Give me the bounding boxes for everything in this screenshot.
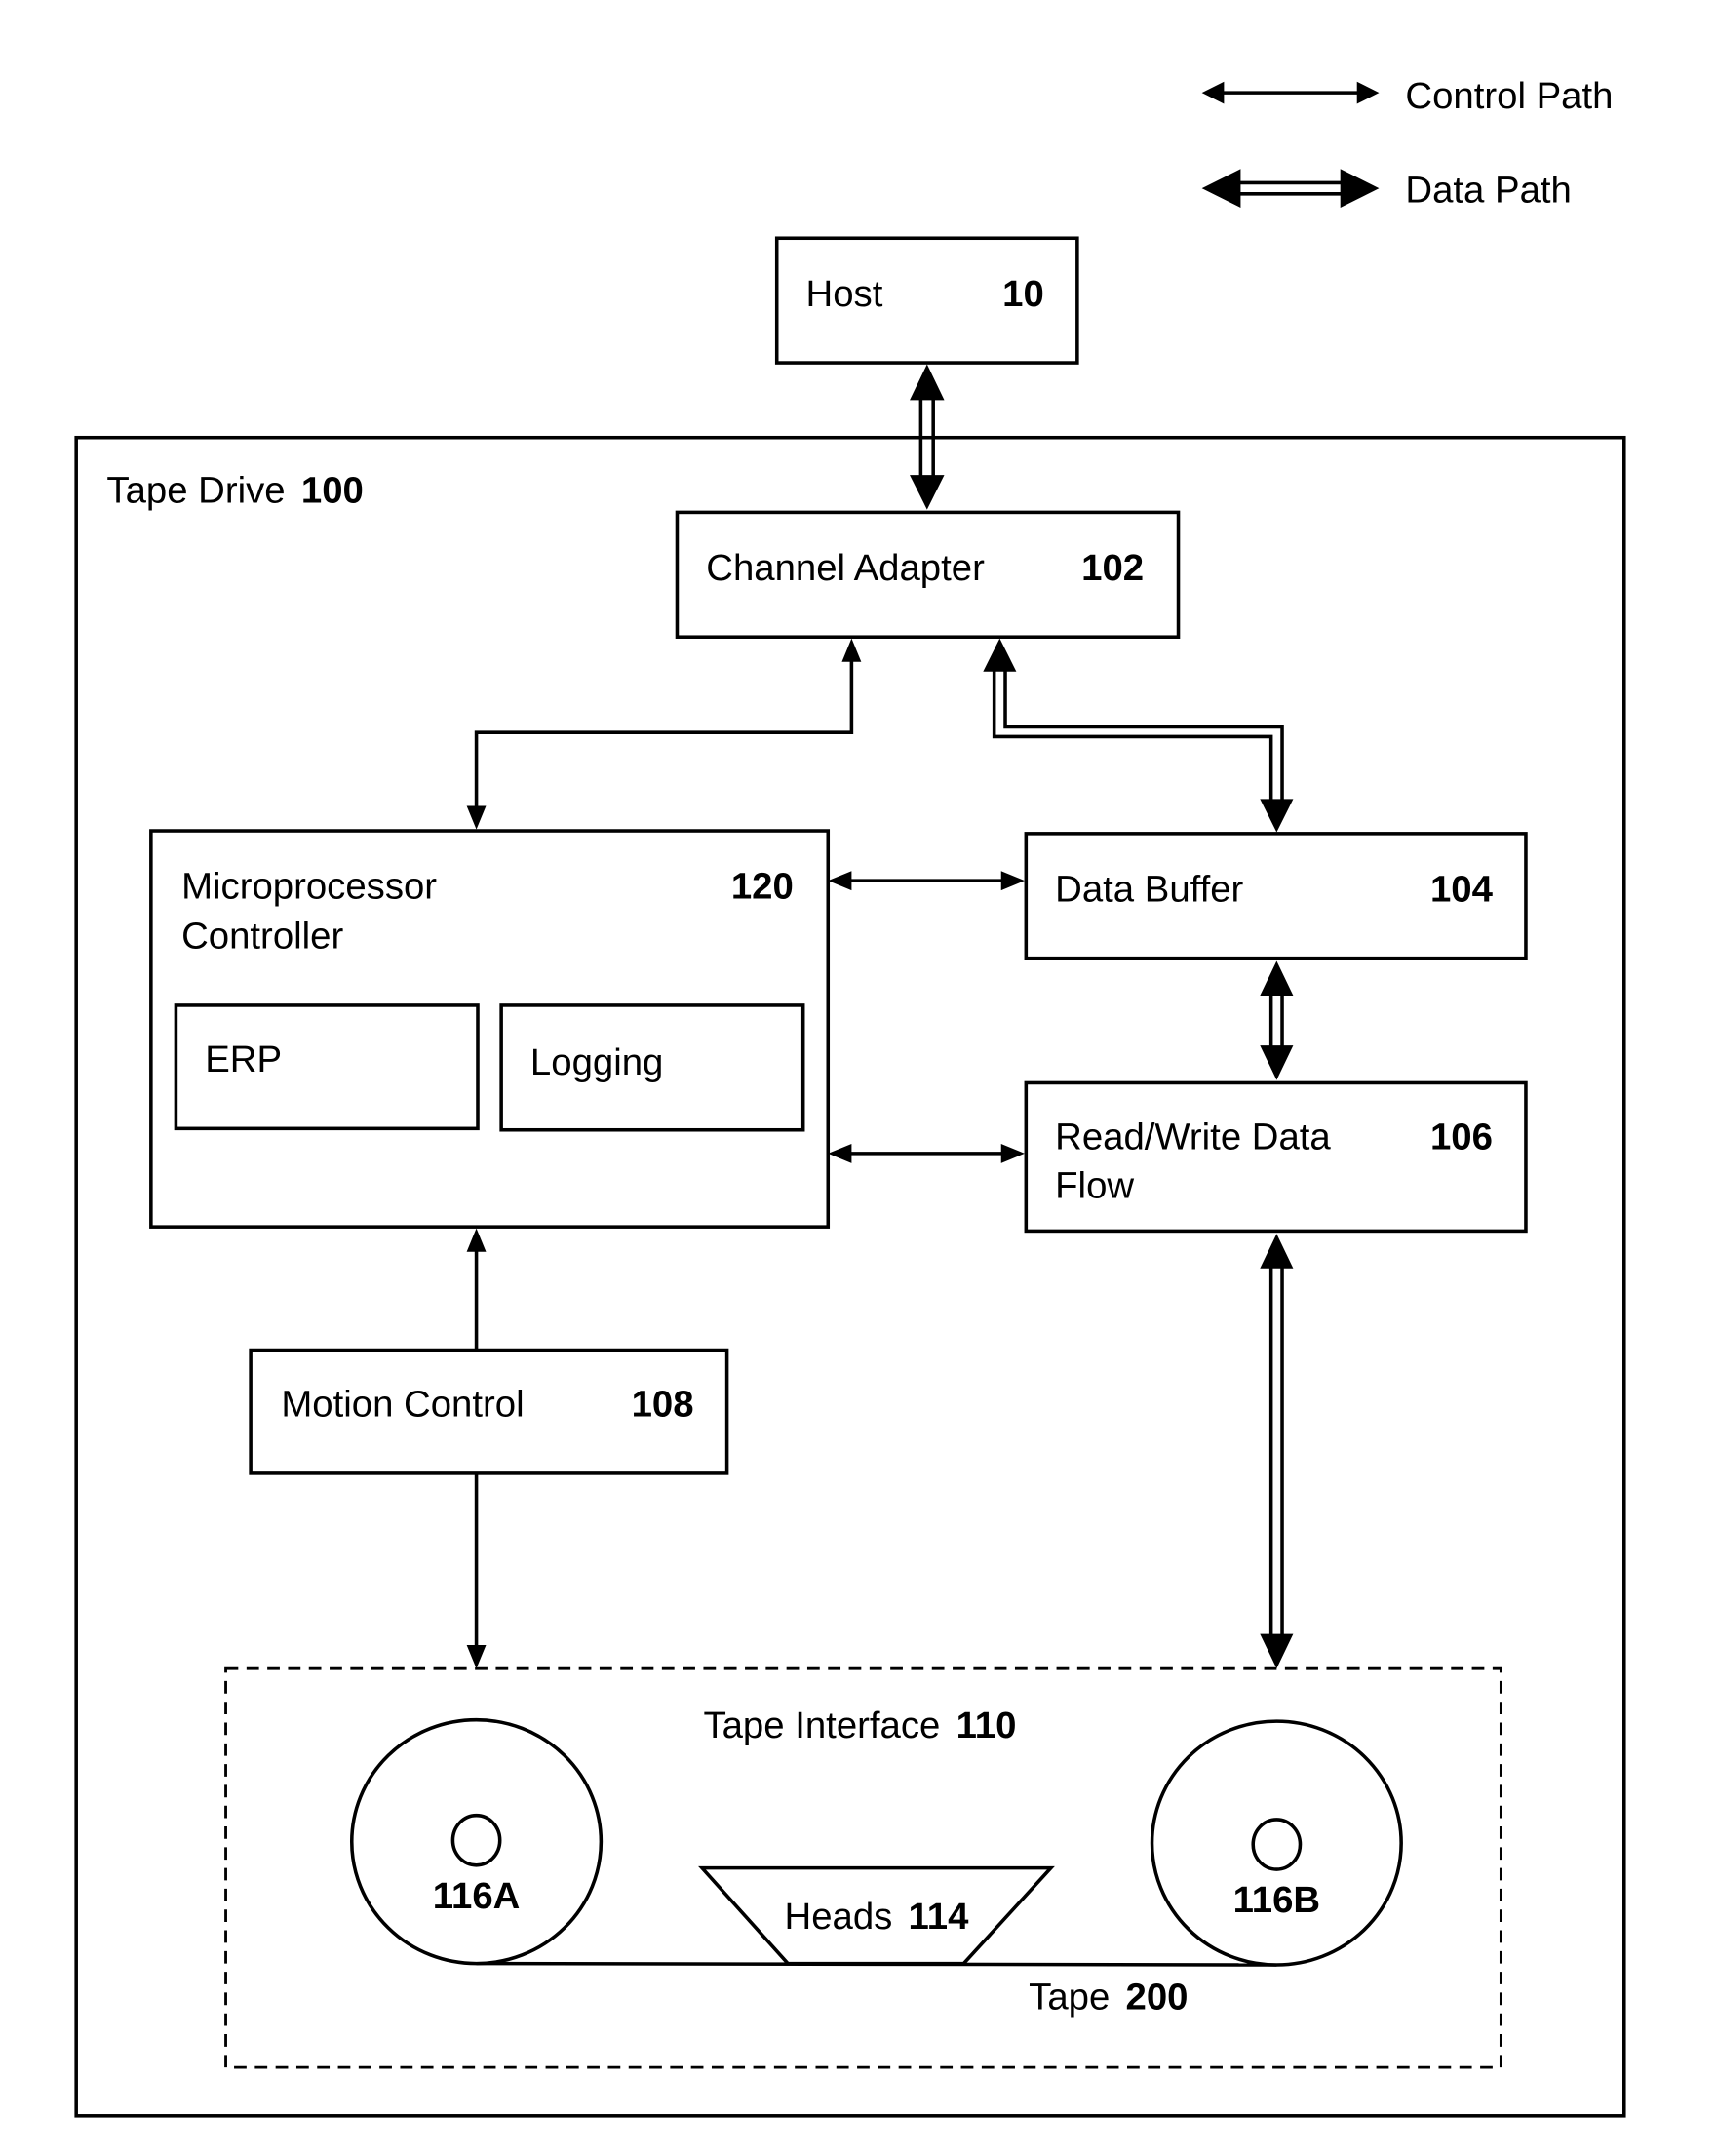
- host-box: Host 10: [774, 236, 1079, 365]
- tape-interface-label: Tape Interface: [703, 1705, 940, 1746]
- channel-adapter-box: Channel Adapter 102: [675, 510, 1181, 639]
- data-path-legend-arrow: [1201, 169, 1380, 209]
- motion-control-box: Motion Control 108: [249, 1348, 729, 1475]
- tape-interface-title: Tape Interface 110: [703, 1705, 1016, 1746]
- host-label: Host: [806, 273, 883, 315]
- legend-data-path-label: Data Path: [1405, 169, 1571, 211]
- edge-channel-adapter-microprocessor: [466, 638, 862, 830]
- tape-interface-box: Tape Interface 110 116A 116B Heads 114 T…: [224, 1666, 1502, 2069]
- tape-label: Tape: [1029, 1976, 1110, 2018]
- logging-box: Logging: [499, 1003, 805, 1132]
- legend: Control Path Data Path: [1201, 75, 1613, 211]
- tape-drive-diagram: Control Path Data Path Host 10 Tape Driv…: [74, 75, 1626, 2118]
- channel-adapter-label: Channel Adapter: [706, 547, 985, 589]
- edge-data-buffer-rw-data-flow: [1260, 960, 1294, 1080]
- microprocessor-number: 120: [731, 866, 794, 908]
- tape-drive-title: Tape Drive 100: [106, 469, 363, 511]
- heads-label: Heads: [785, 1896, 893, 1938]
- rw-data-flow-label-line2: Flow: [1055, 1164, 1134, 1206]
- erp-label: ERP: [205, 1039, 282, 1080]
- data-buffer-label: Data Buffer: [1055, 868, 1243, 910]
- tape-drive-number: 100: [301, 469, 364, 511]
- edge-rw-data-flow-tape-interface: [1260, 1234, 1294, 1669]
- microprocessor-label-line2: Controller: [181, 916, 343, 958]
- microprocessor-label-line1: Microprocessor: [181, 866, 437, 908]
- tape-title: Tape 200: [1029, 1976, 1188, 2018]
- data-buffer-box: Data Buffer 104: [1024, 832, 1528, 960]
- reel-116b-label: 116B: [1233, 1879, 1321, 1921]
- tape-number: 200: [1126, 1976, 1189, 2018]
- motion-control-number: 108: [632, 1384, 694, 1426]
- edge-motion-control-microprocessor: [466, 1228, 487, 1351]
- tape-interface-number: 110: [956, 1705, 1017, 1746]
- control-path-legend-arrow: [1201, 81, 1380, 104]
- erp-box: ERP: [174, 1003, 480, 1131]
- edge-microprocessor-rw-data-flow: [828, 1143, 1025, 1163]
- logging-label: Logging: [530, 1041, 663, 1083]
- edge-microprocessor-data-buffer: [828, 871, 1025, 891]
- edge-channel-adapter-data-buffer: [983, 638, 1294, 833]
- legend-control-path-label: Control Path: [1405, 75, 1613, 117]
- heads-number: 114: [909, 1896, 970, 1938]
- data-buffer-number: 104: [1430, 868, 1494, 910]
- host-number: 10: [1002, 273, 1044, 315]
- reel-116a-label: 116A: [433, 1875, 521, 1917]
- heads-title: Heads 114: [785, 1896, 970, 1938]
- rw-data-flow-label-line1: Read/Write Data: [1055, 1117, 1331, 1158]
- rw-data-flow-number: 106: [1430, 1117, 1493, 1158]
- reel-116a: 116A: [349, 1717, 604, 1966]
- edge-motion-control-tape-interface: [466, 1472, 487, 1669]
- motion-control-label: Motion Control: [281, 1384, 524, 1426]
- channel-adapter-number: 102: [1081, 547, 1144, 589]
- microprocessor-controller-box: Microprocessor Controller 120 ERP Loggin…: [149, 829, 831, 1229]
- tape-drive-label: Tape Drive: [106, 469, 285, 511]
- heads-114: Heads 114: [698, 1865, 1055, 1966]
- rw-data-flow-box: Read/Write Data Flow 106: [1024, 1080, 1528, 1234]
- reel-116b: 116B: [1150, 1719, 1403, 1967]
